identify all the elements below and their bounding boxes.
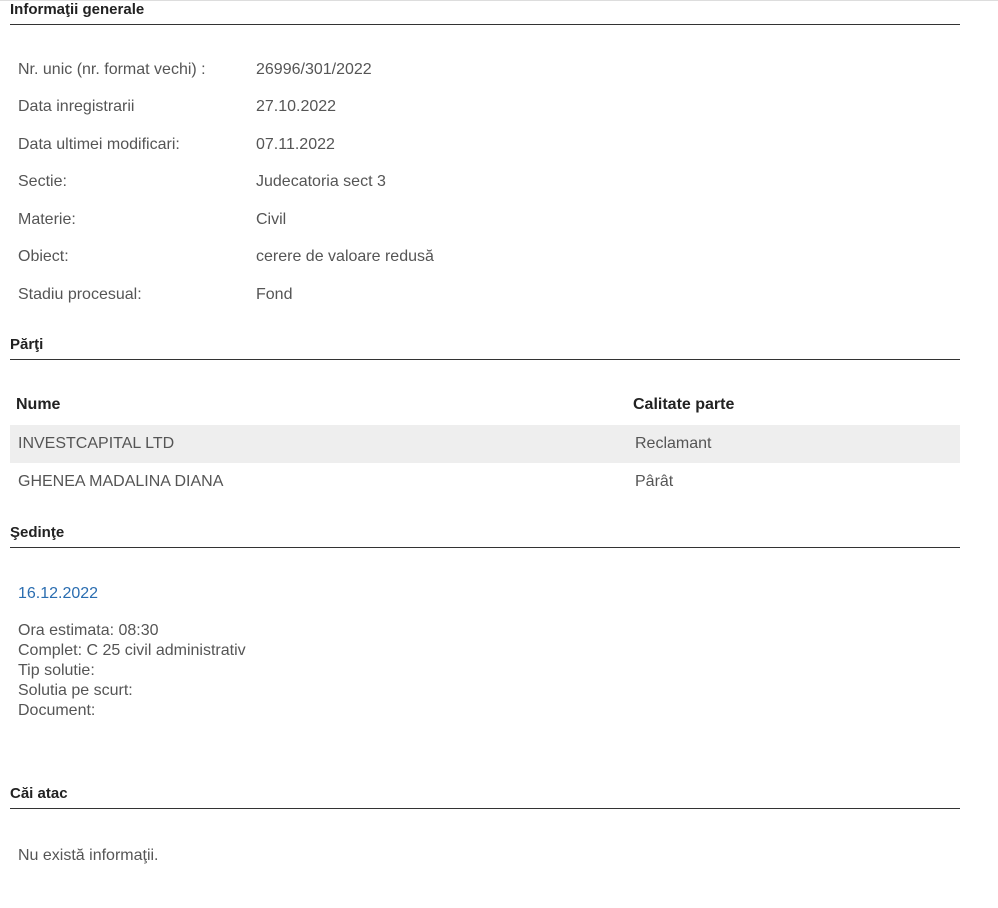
hearing-solution-type: Tip solutie: [18, 662, 95, 679]
info-label: Nr. unic (nr. format vechi) : [18, 61, 206, 78]
hearing-document: Document: [18, 702, 96, 719]
info-value: Civil [256, 211, 287, 228]
info-row-stage: Stadiu procesual: Fond [18, 284, 292, 306]
column-header-name: Nume [16, 396, 61, 413]
info-label: Data inregistrarii [18, 98, 135, 115]
info-label: Obiect: [18, 248, 69, 265]
info-value: 27.10.2022 [256, 98, 337, 115]
table-row: GHENEA MADALINA DIANA Pârât [10, 463, 960, 501]
hearing-details: Ora estimata: 08:30 Complet: C 25 civil … [18, 621, 246, 721]
hearing-solution-summary: Solutia pe scurt: [18, 682, 133, 699]
party-role: Pârât [635, 473, 674, 490]
section-header-parties: Părţi [10, 336, 960, 360]
section-title-appeals: Căi atac [10, 785, 68, 802]
section-title-hearings: Şedinţe [10, 524, 65, 541]
info-label: Sectie: [18, 173, 67, 190]
section-title-general: Informaţii generale [10, 1, 145, 18]
column-header-role: Calitate parte [633, 396, 735, 413]
no-info-text: Nu există informaţii. [18, 847, 159, 864]
section-header-appeals: Căi atac [10, 785, 960, 809]
hearing-date-link[interactable]: 16.12.2022 [18, 583, 98, 605]
info-row-registration-date: Data inregistrarii 27.10.2022 [18, 96, 336, 118]
info-value: Judecatoria sect 3 [256, 173, 386, 190]
section-header-general: Informaţii generale [10, 1, 960, 25]
party-name: INVESTCAPITAL LTD [18, 435, 175, 452]
info-value: cerere de valoare redusă [256, 248, 434, 265]
info-row-matter: Materie: Civil [18, 209, 286, 231]
info-label: Materie: [18, 211, 76, 228]
hearing-estimated-time: Ora estimata: 08:30 [18, 622, 159, 639]
party-name: GHENEA MADALINA DIANA [18, 473, 224, 490]
info-row-object: Obiect: cerere de valoare redusă [18, 246, 434, 268]
info-row-case-number: Nr. unic (nr. format vechi) : 26996/301/2… [18, 59, 372, 81]
info-row-section: Sectie: Judecatoria sect 3 [18, 171, 386, 193]
info-label: Data ultimei modificari: [18, 136, 180, 153]
table-row: INVESTCAPITAL LTD Reclamant [10, 425, 960, 463]
info-value: 07.11.2022 [256, 136, 335, 153]
section-title-parties: Părţi [10, 336, 44, 353]
info-value: 26996/301/2022 [256, 61, 372, 78]
hearing-panel: Complet: C 25 civil administrativ [18, 642, 246, 659]
info-value: Fond [256, 286, 293, 303]
party-role: Reclamant [635, 435, 712, 452]
info-label: Stadiu procesual: [18, 286, 142, 303]
section-header-hearings: Şedinţe [10, 524, 960, 548]
info-row-last-modified: Data ultimei modificari: 07.11.2022 [18, 134, 335, 156]
